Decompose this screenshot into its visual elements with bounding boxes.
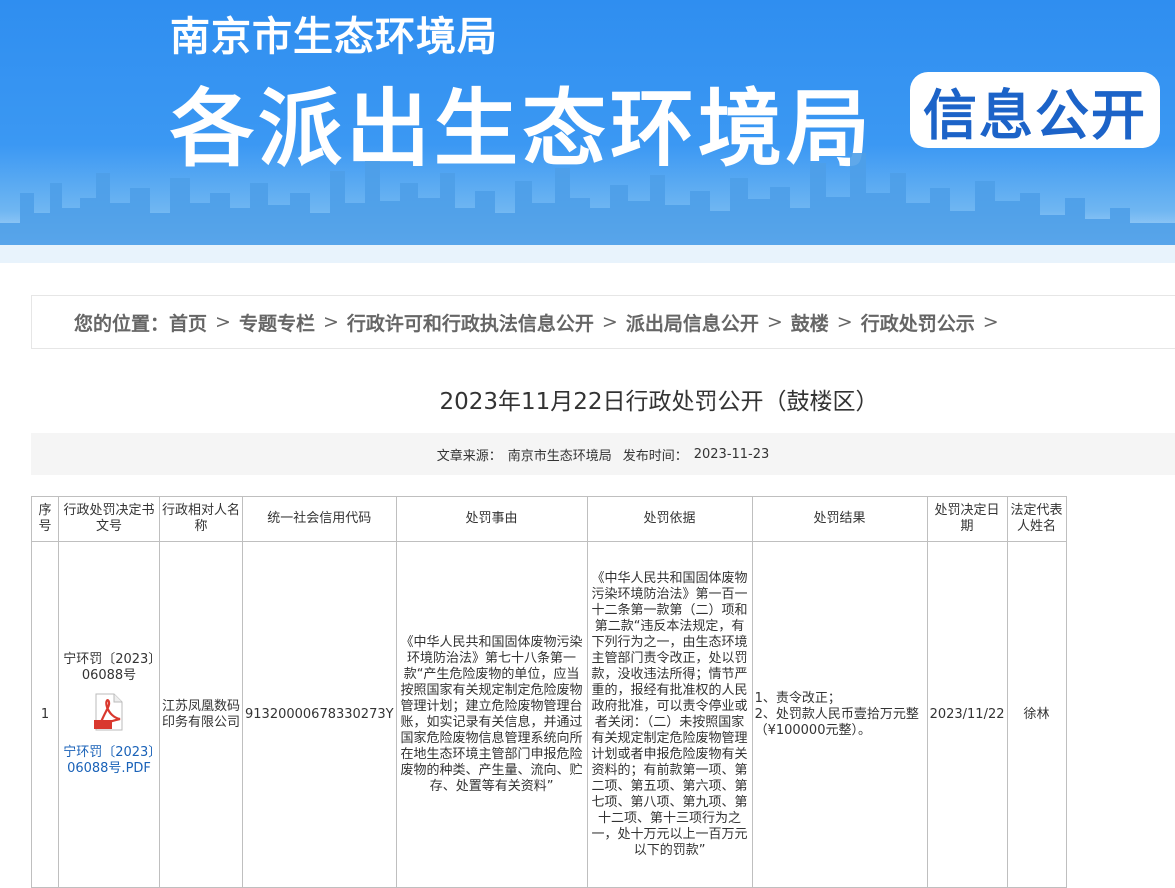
cell-result: 1、责令改正； 2、处罚款人民币壹拾万元整（¥100000元整）。 (751, 541, 928, 888)
pdf-download-link[interactable]: 宁环罚〔2023〕06088号.PDF (61, 745, 157, 777)
table-header-row: 序号 行政处罚决定书文号 行政相对人名称 统一社会信用代码 处罚事由 处罚依据 … (31, 496, 1067, 542)
banner-badge-text: 信息公开 (923, 83, 1147, 147)
breadcrumb-separator: > (215, 311, 231, 333)
breadcrumb-gulou[interactable]: 鼓楼 (791, 309, 829, 336)
cell-reason: 《中华人民共和国固体废物污染环境防治法》第七十八条第一款“产生危险废物的单位，应… (395, 541, 588, 888)
banner: 南京市生态环境局 各派出生态环境局 信息公开 (0, 0, 1175, 263)
header-credit-code: 统一社会信用代码 (242, 496, 397, 542)
header-date: 处罚决定日期 (926, 496, 1008, 542)
cell-party: 江苏凤凰数码印务有限公司 (159, 541, 243, 888)
breadcrumb-separator: > (836, 311, 853, 333)
breadcrumb-branch-disclosure[interactable]: 派出局信息公开 (626, 309, 759, 336)
header-legal-rep: 法定代表人姓名 (1006, 496, 1067, 542)
breadcrumb-separator: > (766, 311, 783, 333)
cell-basis: 《中华人民共和国固体废物污染环境防治法》第一百一十二条第一款第（二）项和第二款“… (586, 541, 753, 888)
source-label: 文章来源： (436, 448, 502, 464)
cell-doc-no: 宁环罚〔2023〕06088号 宁环罚〔2023〕06088号.PDF (58, 541, 160, 888)
cell-credit-code: 91320000678330273Y (242, 541, 397, 888)
penalty-table: 序号 行政处罚决定书文号 行政相对人名称 统一社会信用代码 处罚事由 处罚依据 … (31, 496, 1067, 888)
breadcrumb-separator: > (982, 311, 999, 333)
cell-legal-rep: 徐林 (1006, 541, 1067, 888)
breadcrumb: 您的位置： 首页 > 专题专栏 > 行政许可和行政执法信息公开 > 派出局信息公… (31, 295, 1175, 349)
banner-badge: 信息公开 (910, 72, 1160, 148)
header-doc-no: 行政处罚决定书文号 (58, 496, 160, 542)
date-value: 2023-11-23 (693, 446, 770, 462)
cell-date: 2023/11/22 (926, 541, 1008, 888)
breadcrumb-separator: > (601, 311, 618, 333)
cell-no: 1 (31, 541, 59, 888)
date-label: 发布时间： (622, 448, 688, 464)
banner-org: 南京市生态环境局 (170, 14, 498, 60)
article-title: 2023年11月22日行政处罚公开（鼓楼区） (439, 389, 879, 415)
breadcrumb-separator: > (322, 311, 339, 333)
pdf-file-icon[interactable] (92, 692, 126, 732)
breadcrumb-special-topics[interactable]: 专题专栏 (239, 309, 315, 336)
header-party: 行政相对人名称 (159, 496, 243, 542)
header-basis: 处罚依据 (586, 496, 753, 542)
source-value: 南京市生态环境局 (507, 448, 612, 464)
city-skyline-image (0, 153, 1175, 263)
header-no: 序号 (31, 496, 59, 542)
table-row: 1 宁环罚〔2023〕06088号 宁环罚〔2023〕06088号.PDF 江苏… (31, 541, 1067, 888)
article-meta: 文章来源： 南京市生态环境局 发布时间： 2023-11-23 (31, 433, 1175, 475)
breadcrumb-prefix: 您的位置： (74, 312, 170, 335)
header-result: 处罚结果 (751, 496, 928, 542)
doc-no-text: 宁环罚〔2023〕06088号 (63, 652, 155, 683)
header-reason: 处罚事由 (395, 496, 588, 542)
breadcrumb-admin-disclosure[interactable]: 行政许可和行政执法信息公开 (347, 309, 594, 336)
breadcrumb-penalty-disclosure[interactable]: 行政处罚公示 (861, 309, 975, 336)
breadcrumb-home[interactable]: 首页 (169, 309, 207, 336)
